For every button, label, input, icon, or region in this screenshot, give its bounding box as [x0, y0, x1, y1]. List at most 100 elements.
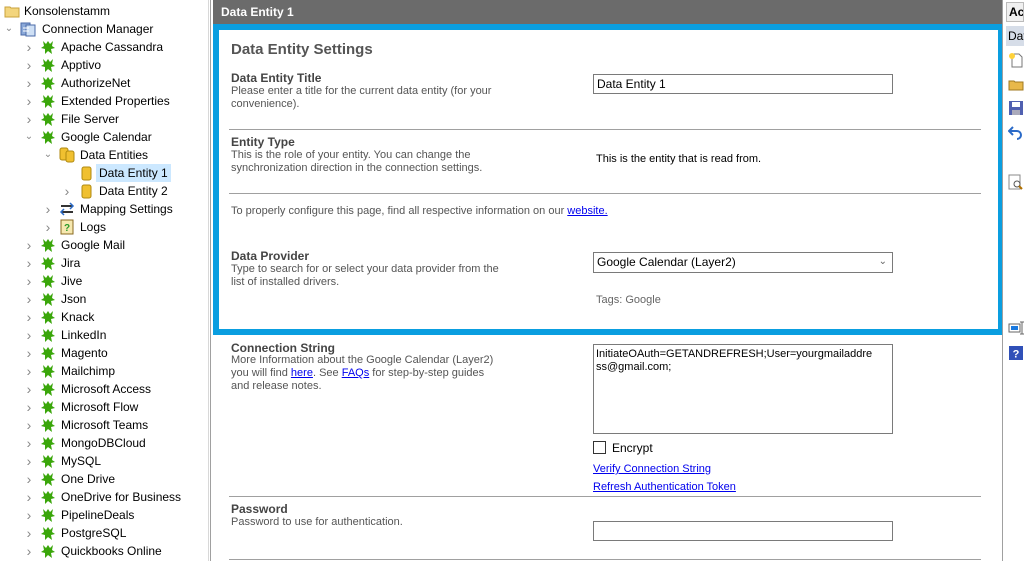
tree-label: Microsoft Access [61, 382, 152, 396]
tree-node[interactable]: › LinkedIn [0, 326, 210, 344]
chevron-right-icon[interactable]: › [23, 308, 35, 326]
info-text: To properly configure this page, find al… [231, 205, 608, 218]
divider [229, 559, 981, 560]
plugin-icon [40, 525, 56, 541]
tree-node[interactable]: ⌄ Google Calendar [0, 128, 210, 146]
preview-icon[interactable] [1008, 174, 1024, 190]
help-icon[interactable]: ? [1008, 345, 1024, 361]
tree-node[interactable]: › PostgreSQL [0, 524, 210, 542]
tree-node[interactable]: › Microsoft Flow [0, 398, 210, 416]
chevron-right-icon[interactable]: › [23, 542, 35, 560]
password-input[interactable] [593, 521, 893, 541]
save-icon[interactable] [1008, 100, 1024, 116]
field-icon[interactable] [1008, 320, 1024, 336]
chevron-right-icon[interactable]: › [23, 416, 35, 434]
tree-label: Microsoft Teams [61, 418, 149, 432]
refresh-authentication-token-link[interactable]: Refresh Authentication Token [593, 481, 736, 493]
tree-node[interactable]: › PipelineDeals [0, 506, 210, 524]
chevron-right-icon[interactable]: › [42, 200, 54, 218]
tree-label: One Drive [61, 472, 116, 486]
tree-node[interactable]: › File Server [0, 110, 210, 128]
entity-type-label: Entity Type [231, 135, 295, 149]
chevron-right-icon[interactable]: › [23, 38, 35, 56]
data-entity-icon [78, 165, 94, 181]
chevron-right-icon[interactable]: › [42, 218, 54, 236]
plugin-icon [40, 543, 56, 559]
tree-node[interactable]: › Quickbooks Online [0, 542, 210, 560]
plugin-icon [40, 489, 56, 505]
svg-text:?: ? [64, 223, 70, 234]
chevron-right-icon[interactable]: › [23, 506, 35, 524]
plugin-icon [40, 75, 56, 91]
undo-icon[interactable] [1007, 124, 1024, 140]
tree-node[interactable]: › Extended Properties [0, 92, 210, 110]
chevron-right-icon[interactable]: › [23, 362, 35, 380]
tree-label: PipelineDeals [61, 508, 135, 522]
tree-node[interactable]: › Mailchimp [0, 362, 210, 380]
chevron-right-icon[interactable]: › [23, 452, 35, 470]
tree-node[interactable]: › Jira [0, 254, 210, 272]
tree-node[interactable]: › AuthorizeNet [0, 74, 210, 92]
new-icon[interactable] [1008, 52, 1024, 68]
chevron-right-icon[interactable]: › [23, 92, 35, 110]
mapping-icon [59, 201, 75, 217]
plugin-icon [40, 237, 56, 253]
verify-connection-string-link[interactable]: Verify Connection String [593, 463, 711, 475]
chevron-right-icon[interactable]: › [23, 56, 35, 74]
chevron-right-icon[interactable]: › [23, 110, 35, 128]
tree-node[interactable]: › Magento [0, 344, 210, 362]
tree-node-data-entity-1[interactable]: Data Entity 1 [0, 164, 210, 182]
chevron-right-icon[interactable]: › [23, 434, 35, 452]
chevron-down-icon[interactable]: ⌄ [23, 128, 35, 146]
tree-node-mapping-settings[interactable]: › Mapping Settings [0, 200, 210, 218]
tree-node[interactable]: › Json [0, 290, 210, 308]
chevron-right-icon[interactable]: › [23, 488, 35, 506]
chevron-right-icon[interactable]: › [23, 254, 35, 272]
tree-node[interactable]: › Microsoft Teams [0, 416, 210, 434]
plugin-icon [40, 39, 56, 55]
tree-node-logs[interactable]: ›? Logs [0, 218, 210, 236]
faqs-link[interactable]: FAQs [342, 367, 370, 379]
tree-node[interactable]: › Jive [0, 272, 210, 290]
connection-string-textarea[interactable]: InitiateOAuth=GETANDREFRESH;User=yourgma… [593, 344, 893, 434]
chevron-down-icon[interactable]: ⌄ [42, 146, 54, 164]
chevron-right-icon[interactable]: › [23, 236, 35, 254]
chevron-right-icon[interactable]: › [23, 290, 35, 308]
chevron-right-icon[interactable]: › [23, 74, 35, 92]
data-provider-description: Type to search for or select your data p… [231, 263, 499, 288]
tree-node[interactable]: › Microsoft Access [0, 380, 210, 398]
tree-node[interactable]: › Google Mail [0, 236, 210, 254]
tree-label: Knack [61, 310, 95, 324]
connection-manager-icon [20, 21, 36, 37]
data-entity-title-input[interactable] [593, 74, 893, 94]
chevron-right-icon[interactable]: › [23, 272, 35, 290]
chevron-right-icon[interactable]: › [23, 470, 35, 488]
plugin-icon [40, 417, 56, 433]
chevron-right-icon[interactable]: › [61, 182, 73, 200]
tree-node[interactable]: › MongoDBCloud [0, 434, 210, 452]
chevron-down-icon[interactable]: ⌄ [3, 20, 15, 38]
chevron-right-icon[interactable]: › [23, 524, 35, 542]
plugin-icon [40, 129, 56, 145]
tree-node[interactable]: › Knack [0, 308, 210, 326]
tree-node[interactable]: › One Drive [0, 470, 210, 488]
open-folder-icon[interactable] [1008, 76, 1024, 92]
encrypt-checkbox[interactable] [593, 441, 606, 454]
data-provider-select[interactable]: Google Calendar (Layer2) ⌄ [593, 252, 893, 273]
tree-label: Data Entity 2 [99, 184, 168, 198]
website-link[interactable]: website. [567, 205, 607, 217]
chevron-right-icon[interactable]: › [23, 398, 35, 416]
chevron-right-icon[interactable]: › [23, 344, 35, 362]
tree-node[interactable]: › OneDrive for Business [0, 488, 210, 506]
tree-node[interactable]: › Apache Cassandra [0, 38, 210, 56]
actions-subheader: Data Entity 1 [1006, 26, 1024, 46]
tree-node-data-entity-2[interactable]: › Data Entity 2 [0, 182, 210, 200]
here-link[interactable]: here [291, 367, 313, 379]
tree-node-data-entities[interactable]: ⌄ Data Entities [0, 146, 210, 164]
divider [229, 496, 981, 497]
tree-node[interactable]: › Apptivo [0, 56, 210, 74]
tree-node[interactable]: › MySQL [0, 452, 210, 470]
chevron-right-icon[interactable]: › [23, 380, 35, 398]
navigation-tree: Konsolenstamm ⌄ Connection Manager › Apac… [0, 0, 211, 561]
chevron-right-icon[interactable]: › [23, 326, 35, 344]
